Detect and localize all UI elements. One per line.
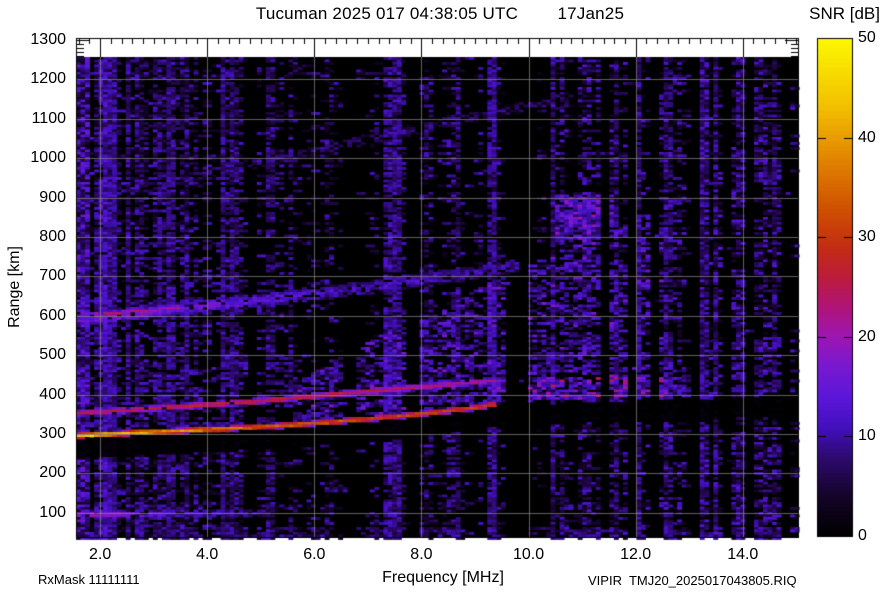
y-tick-label: 600	[39, 306, 66, 324]
y-tick-label: 500	[39, 346, 66, 364]
y-tick-label: 1300	[30, 30, 66, 48]
rx-mask-label: RxMask 11111111	[38, 572, 140, 587]
y-tick-label: 1100	[31, 109, 66, 127]
y-tick-label: 900	[39, 188, 66, 206]
x-tick-label: 4.0	[196, 546, 219, 563]
colorbar-title: SNR [dB]	[809, 4, 880, 23]
colorbar-tick-label: 50	[858, 29, 876, 46]
x-tick-label: 2.0	[88, 546, 112, 563]
plot-title: Tucuman 2025 017 04:38:05 UTC 17Jan25	[255, 4, 625, 23]
x-tick-label: 6.0	[303, 546, 326, 563]
y-tick-label: 800	[39, 227, 66, 245]
y-tick-label: 300	[39, 424, 66, 442]
y-tick-label: 1200	[30, 70, 66, 88]
x-tick-label: 10.0	[512, 546, 545, 563]
ionogram-plot-canvas	[0, 0, 884, 595]
y-axis-label: Range [km]	[6, 246, 23, 328]
y-tick-label: 200	[39, 464, 66, 482]
y-tick-label: 100	[39, 503, 66, 521]
y-tick-label: 700	[39, 267, 66, 285]
x-axis-label: Frequency [MHz]	[382, 569, 504, 586]
colorbar-tick-label: 30	[858, 228, 876, 246]
source-file-label: VIPIR TMJ20_2025017043805.RIQ	[588, 573, 797, 588]
x-tick-label: 8.0	[410, 546, 433, 563]
y-tick-label: 1000	[30, 149, 66, 167]
colorbar-tick-label: 0	[858, 527, 867, 544]
y-tick-label: 400	[39, 385, 66, 403]
x-tick-label: 14.0	[727, 546, 759, 563]
colorbar-tick-label: 40	[858, 128, 876, 146]
x-tick-label: 12.0	[620, 546, 652, 563]
colorbar-tick-label: 20	[858, 327, 876, 345]
ionogram-page: Tucuman 2025 017 04:38:05 UTC 17Jan25 SN…	[0, 0, 884, 595]
colorbar-tick-label: 10	[858, 427, 876, 445]
